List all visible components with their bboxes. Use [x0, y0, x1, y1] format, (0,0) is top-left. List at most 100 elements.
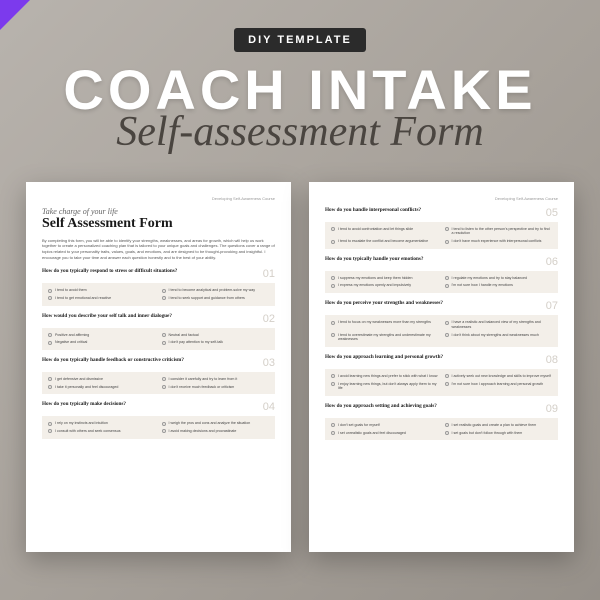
radio-icon — [331, 276, 335, 280]
question-number: 09 — [546, 403, 558, 415]
radio-icon — [445, 333, 449, 337]
form-intro: By completing this form, you will be abl… — [42, 238, 275, 260]
pages-preview: Developing Self-Awareness Course Take ch… — [0, 170, 600, 552]
radio-icon — [445, 227, 449, 231]
option[interactable]: I tend to get emotional and reactive — [48, 296, 156, 301]
option[interactable]: I don't set goals for myself — [331, 423, 439, 428]
options-group: Positive and affirming Neutral and factu… — [42, 328, 275, 350]
options-group: I tend to avoid them I tend to become an… — [42, 283, 275, 305]
question-number: 01 — [263, 268, 275, 280]
radio-icon — [48, 422, 52, 426]
options-group: I avoid learning new things and prefer t… — [325, 369, 558, 396]
radio-icon — [445, 284, 449, 288]
radio-icon — [331, 382, 335, 386]
radio-icon — [162, 429, 166, 433]
question-text: How do you approach learning and persona… — [325, 354, 546, 361]
option[interactable]: Negative and critical — [48, 340, 156, 345]
option[interactable]: Positive and affirming — [48, 333, 156, 338]
question-text: How do you perceive your strengths and w… — [325, 300, 546, 307]
option[interactable]: I avoid making decisions and procrastina… — [162, 429, 270, 434]
radio-icon — [331, 431, 335, 435]
radio-icon — [48, 296, 52, 300]
option[interactable]: I don't have much experience with interp… — [445, 239, 553, 244]
question-block: How do you handle interpersonal conflict… — [325, 207, 558, 249]
radio-icon — [162, 385, 166, 389]
question-block: How do you typically handle your emotion… — [325, 256, 558, 293]
options-group: I get defensive and dismissive I conside… — [42, 372, 275, 394]
question-text: How would you describe your self talk an… — [42, 313, 263, 320]
option[interactable]: I don't think about my strengths and wea… — [445, 333, 553, 342]
radio-icon — [162, 289, 166, 293]
page-course-label: Developing Self-Awareness Course — [325, 196, 558, 201]
option[interactable]: I tend to escalate the conflict and beco… — [331, 239, 439, 244]
option[interactable]: I tend to avoid them — [48, 288, 156, 293]
radio-icon — [162, 333, 166, 337]
option[interactable]: I don't receive much feedback or critici… — [162, 385, 270, 390]
option[interactable]: I actively seek out new knowledge and sk… — [445, 374, 553, 379]
option[interactable]: I tend to avoid confrontation and let th… — [331, 227, 439, 236]
option[interactable]: I tend to listen to the other person's p… — [445, 227, 553, 236]
option[interactable]: I'm not sure how I handle my emotions — [445, 283, 553, 288]
option[interactable]: I'm not sure how I approach learning and… — [445, 382, 553, 391]
question-block: How do you typically respond to stress o… — [42, 268, 275, 305]
promo-header: DIY TEMPLATE COACH INTAKE Self-assessmen… — [0, 0, 600, 170]
option[interactable]: I express my emotions openly and impulsi… — [331, 283, 439, 288]
option[interactable]: I don't pay attention to my self-talk — [162, 340, 270, 345]
option[interactable]: I take it personally and feel discourage… — [48, 385, 156, 390]
question-text: How do you typically make decisions? — [42, 401, 263, 408]
option[interactable]: Neutral and factual — [162, 333, 270, 338]
option[interactable]: I suppress my emotions and keep them hid… — [331, 276, 439, 281]
radio-icon — [331, 374, 335, 378]
option[interactable]: I set unrealistic goals and feel discour… — [331, 431, 439, 436]
radio-icon — [48, 341, 52, 345]
question-number: 05 — [546, 207, 558, 219]
radio-icon — [162, 377, 166, 381]
question-number: 02 — [263, 313, 275, 325]
question-number: 04 — [263, 401, 275, 413]
radio-icon — [48, 289, 52, 293]
option[interactable]: I consult with others and seek consensus — [48, 429, 156, 434]
option[interactable]: I set goals but don't follow through wit… — [445, 431, 553, 436]
page-eyebrow: Take charge of your life — [42, 207, 275, 216]
options-group: I tend to avoid confrontation and let th… — [325, 222, 558, 249]
radio-icon — [445, 374, 449, 378]
radio-icon — [331, 321, 335, 325]
option[interactable]: I have a realistic and balanced view of … — [445, 320, 553, 329]
corner-accent — [0, 0, 30, 30]
radio-icon — [445, 423, 449, 427]
option[interactable]: I tend to seek support and guidance from… — [162, 296, 270, 301]
radio-icon — [331, 240, 335, 244]
question-number: 08 — [546, 354, 558, 366]
option[interactable]: I consider it carefully and try to learn… — [162, 377, 270, 382]
option[interactable]: I weigh the pros and cons and analyze th… — [162, 421, 270, 426]
question-block: How do you perceive your strengths and w… — [325, 300, 558, 347]
radio-icon — [48, 377, 52, 381]
radio-icon — [445, 382, 449, 386]
radio-icon — [331, 227, 335, 231]
form-page-2: Developing Self-Awareness Course How do … — [309, 182, 574, 552]
option[interactable]: I rely on my instincts and intuition — [48, 421, 156, 426]
radio-icon — [162, 341, 166, 345]
option[interactable]: I get defensive and dismissive — [48, 377, 156, 382]
option[interactable]: I enjoy learning new things, but don't a… — [331, 382, 439, 391]
question-text: How do you typically handle your emotion… — [325, 256, 546, 263]
question-text: How do you typically handle feedback or … — [42, 357, 263, 364]
radio-icon — [48, 333, 52, 337]
option[interactable]: I tend to become analytical and problem-… — [162, 288, 270, 293]
form-page-1: Developing Self-Awareness Course Take ch… — [26, 182, 291, 552]
option[interactable]: I avoid learning new things and prefer t… — [331, 374, 439, 379]
radio-icon — [48, 385, 52, 389]
question-block: How do you approach setting and achievin… — [325, 403, 558, 440]
question-text: How do you approach setting and achievin… — [325, 403, 546, 410]
radio-icon — [445, 321, 449, 325]
page-course-label: Developing Self-Awareness Course — [42, 196, 275, 201]
option[interactable]: I regulate my emotions and try to stay b… — [445, 276, 553, 281]
question-block: How would you describe your self talk an… — [42, 313, 275, 350]
option[interactable]: I set realistic goals and create a plan … — [445, 423, 553, 428]
option[interactable]: I tend to overestimate my strengths and … — [331, 333, 439, 342]
radio-icon — [331, 333, 335, 337]
option[interactable]: I tend to focus on my weaknesses more th… — [331, 320, 439, 329]
radio-icon — [331, 284, 335, 288]
question-number: 06 — [546, 256, 558, 268]
question-text: How do you handle interpersonal conflict… — [325, 207, 546, 214]
